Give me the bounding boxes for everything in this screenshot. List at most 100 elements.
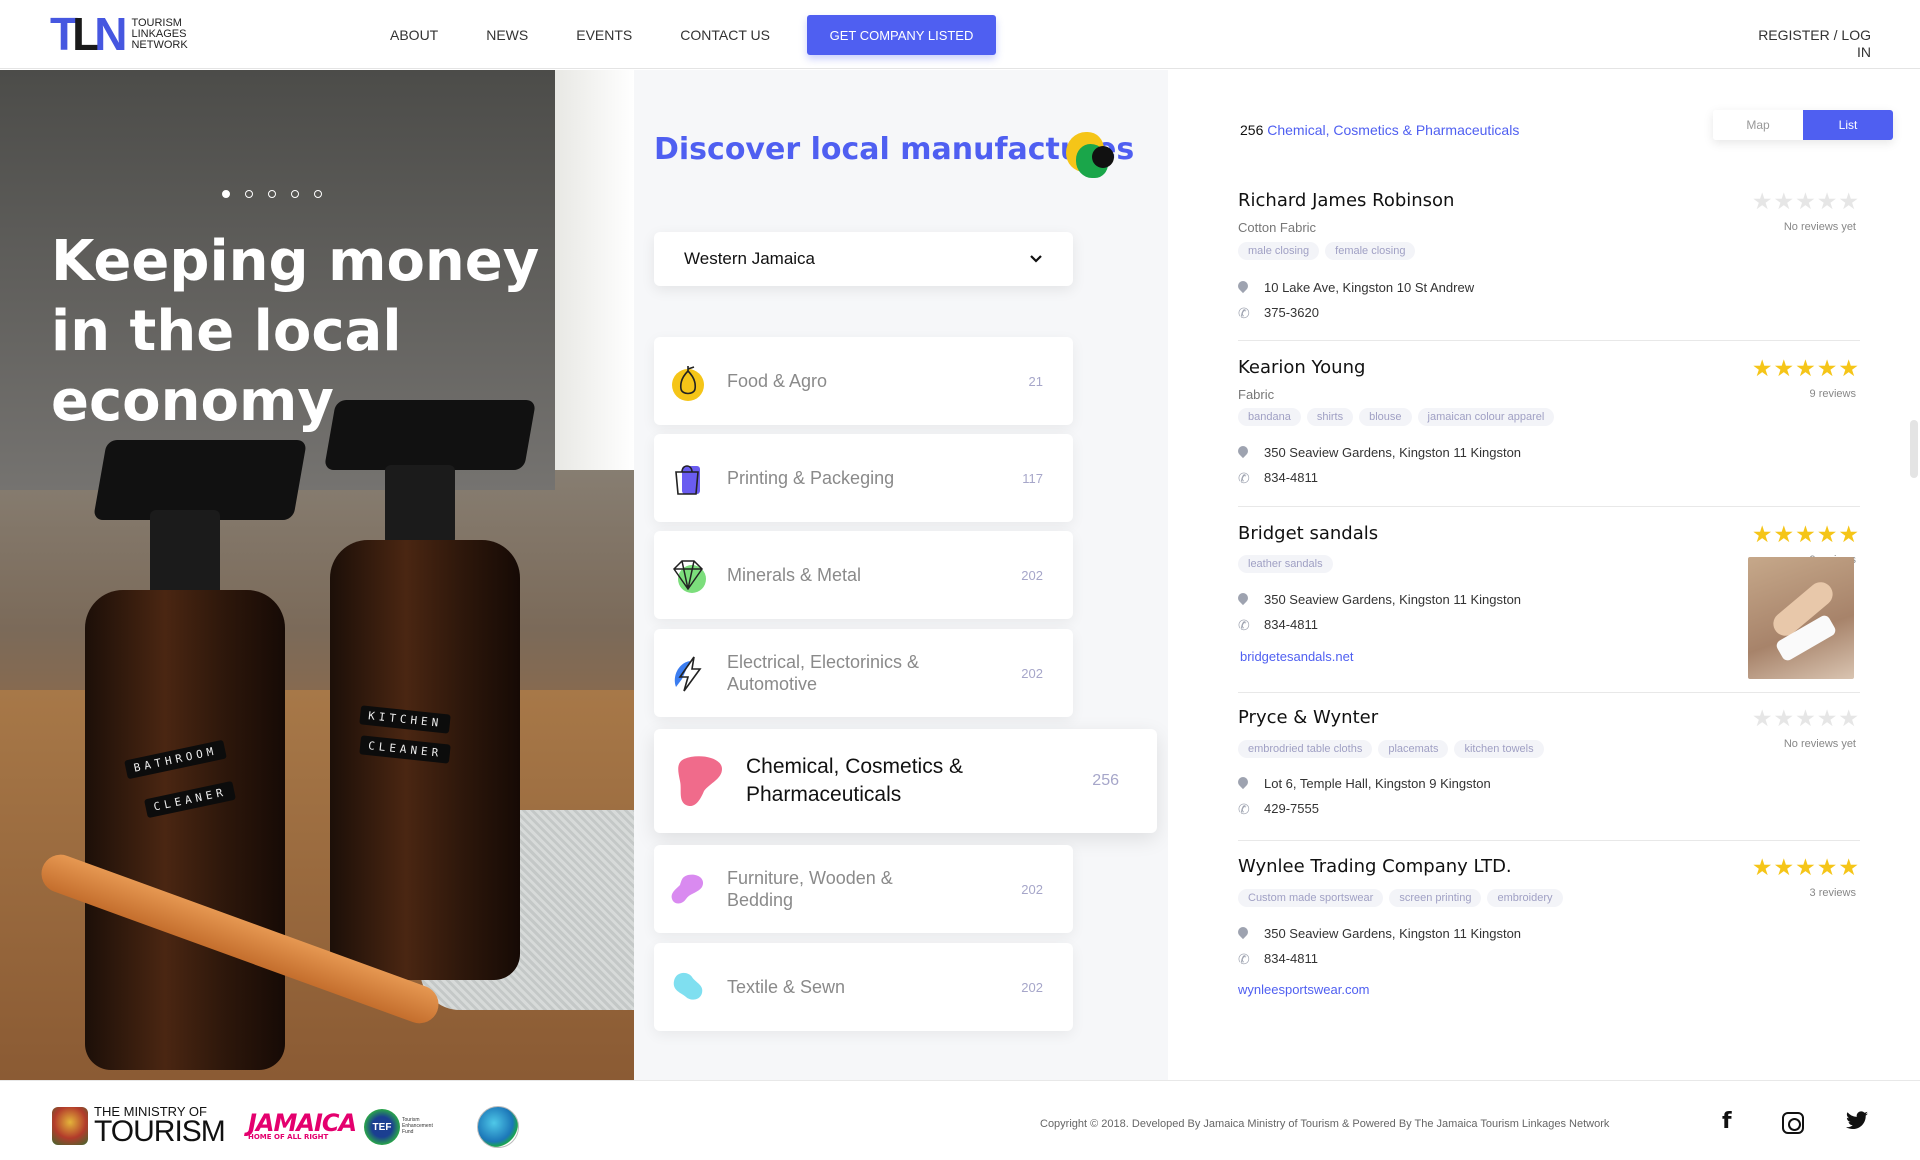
location-pin-icon — [1238, 777, 1248, 791]
company-name[interactable]: Kearion Young — [1238, 357, 1365, 378]
carousel-dot[interactable] — [222, 190, 230, 198]
review-count: No reviews yet — [1783, 221, 1856, 233]
category-count: 21 — [1028, 373, 1043, 389]
tag[interactable]: shirts — [1306, 408, 1354, 426]
mot-big: TOURISM — [94, 1115, 226, 1148]
company-address: 350 Seaview Gardens, Kingston 11 Kingsto… — [1264, 445, 1522, 460]
address-row: 350 Seaview Gardens, Kingston 11 Kingsto… — [1238, 445, 1521, 460]
carousel-dot[interactable] — [268, 190, 276, 198]
category-furniture-wooden[interactable]: Furniture, Wooden & Bedding 202 — [654, 845, 1073, 933]
phone-icon: ✆ — [1238, 469, 1250, 486]
phone-row: ✆ 834-4811 — [1238, 951, 1318, 966]
company-name[interactable]: Bridget sandals — [1238, 523, 1378, 544]
tag[interactable]: embroidery — [1487, 889, 1563, 907]
top-navigation-bar: TLN TOURISM LINKAGES NETWORK ABOUT NEWS … — [0, 0, 1920, 69]
tag[interactable]: embrodried table cloths — [1238, 740, 1373, 758]
ministry-of-tourism-logo[interactable]: THE MINISTRY OF TOURISM — [52, 1105, 226, 1148]
mot-text: THE MINISTRY OF TOURISM — [94, 1105, 226, 1148]
blob-icon — [671, 874, 704, 904]
category-count: 117 — [1022, 470, 1043, 486]
hero-title: Keeping money in the local economy — [51, 229, 540, 434]
nav-contact-us[interactable]: CONTACT US — [680, 27, 770, 43]
jamaica-logo[interactable]: JAMAICA HOME OF ALL RIGHT — [248, 1109, 357, 1141]
decor-blob-icon — [1092, 146, 1114, 168]
tag[interactable]: leather sandals — [1238, 555, 1333, 573]
company-phone: 375-3620 — [1264, 305, 1319, 320]
company-photo[interactable] — [1748, 557, 1854, 679]
tag-list: leather sandals — [1238, 555, 1333, 573]
list-item[interactable]: Richard James Robinson Cotton Fabric mal… — [1238, 190, 1860, 330]
company-address: 350 Seaview Gardens, Kingston 11 Kingsto… — [1264, 592, 1522, 607]
tag-list: Custom made sportswear screen printing e… — [1238, 889, 1563, 907]
category-textile-sewn[interactable]: Textile & Sewn 202 — [654, 943, 1073, 1031]
category-printing-packeging[interactable]: Printing & Packeging 117 — [654, 434, 1073, 522]
tag[interactable]: bandana — [1238, 408, 1301, 426]
coat-of-arms-icon — [52, 1107, 88, 1145]
tln-logo[interactable]: TLN TOURISM LINKAGES NETWORK — [50, 11, 201, 57]
category-name: Furniture, Wooden & Bedding — [727, 868, 893, 910]
globe-logo-icon[interactable] — [477, 1106, 519, 1148]
list-item[interactable]: Wynlee Trading Company LTD. Custom made … — [1238, 856, 1860, 1006]
instagram-icon[interactable] — [1782, 1112, 1804, 1134]
twitter-icon[interactable] — [1845, 1111, 1869, 1131]
company-name[interactable]: Pryce & Wynter — [1238, 707, 1378, 728]
carousel-dot[interactable] — [314, 190, 322, 198]
rating-stars: ★★★★★ — [1751, 705, 1860, 731]
company-website[interactable]: bridgetesandals.net — [1240, 649, 1353, 664]
bottle-neck-right — [385, 465, 455, 545]
company-name[interactable]: Richard James Robinson — [1238, 190, 1454, 211]
tag[interactable]: male closing — [1238, 242, 1320, 260]
blob-icon — [673, 972, 703, 1000]
list-view-button[interactable]: List — [1803, 110, 1893, 140]
category-electrical[interactable]: Electrical, Electorinics & Automotive 20… — [654, 629, 1073, 717]
company-address: 10 Lake Ave, Kingston 10 St Andrew — [1264, 280, 1475, 295]
pear-icon — [672, 366, 704, 401]
company-type: Cotton Fabric — [1238, 220, 1317, 235]
tag[interactable]: kitchen towels — [1454, 740, 1544, 758]
address-row: 10 Lake Ave, Kingston 10 St Andrew — [1238, 280, 1474, 295]
company-website[interactable]: wynleesportswear.com — [1238, 982, 1370, 997]
company-name[interactable]: Wynlee Trading Company LTD. — [1238, 856, 1512, 877]
tag-list: bandana shirts blouse jamaican colour ap… — [1238, 408, 1555, 426]
hero-section: BATHROOM CLEANER KITCHEN CLEANER Keeping… — [0, 70, 634, 1088]
category-minerals-metal[interactable]: Minerals & Metal 202 — [654, 531, 1073, 619]
carousel-dot[interactable] — [245, 190, 253, 198]
phone-row: ✆ 429-7555 — [1238, 801, 1319, 816]
tag[interactable]: Custom made sportswear — [1238, 889, 1384, 907]
divider — [1238, 692, 1860, 693]
bottle-label: CLEANER — [359, 735, 452, 764]
register-login-link[interactable]: REGISTER / LOG IN — [1741, 27, 1871, 61]
company-phone: 834-4811 — [1264, 470, 1318, 485]
discover-title: Discover local manufactures — [654, 132, 1135, 167]
nav-news[interactable]: NEWS — [486, 27, 528, 43]
carousel-dots — [222, 190, 322, 198]
tag[interactable]: jamaican colour apparel — [1417, 408, 1555, 426]
carousel-dot[interactable] — [291, 190, 299, 198]
category-food-agro[interactable]: Food & Agro 21 — [654, 337, 1073, 425]
nav-about[interactable]: ABOUT — [390, 27, 438, 43]
chevron-down-icon — [1030, 255, 1042, 263]
facebook-icon[interactable]: f — [1722, 1109, 1732, 1134]
nav-events[interactable]: EVENTS — [576, 27, 632, 43]
list-item[interactable]: Pryce & Wynter embrodried table cloths p… — [1238, 707, 1860, 847]
tef-logo[interactable]: TEF — [364, 1109, 400, 1145]
category-panel: Discover local manufactures Western Jama… — [634, 70, 1168, 1088]
tag[interactable]: screen printing — [1389, 889, 1482, 907]
map-view-button[interactable]: Map — [1713, 110, 1803, 140]
category-name: Textile & Sewn — [727, 977, 846, 997]
category-chemical-cosmetics[interactable]: Chemical, Cosmetics & Pharmaceuticals 25… — [654, 729, 1157, 833]
list-item[interactable]: Kearion Young Fabric bandana shirts blou… — [1238, 357, 1860, 497]
tag[interactable]: placemats — [1378, 740, 1449, 758]
tag[interactable]: female closing — [1325, 242, 1416, 260]
phone-row: ✆ 834-4811 — [1238, 470, 1318, 485]
region-select[interactable]: Western Jamaica — [654, 232, 1073, 286]
region-value: Western Jamaica — [684, 249, 816, 268]
bottle-label: KITCHEN — [359, 705, 452, 734]
scrollbar[interactable] — [1910, 420, 1918, 478]
review-count: 9 reviews — [1809, 388, 1856, 400]
company-address: Lot 6, Temple Hall, Kingston 9 Kingston — [1264, 776, 1491, 791]
get-company-listed-button[interactable]: GET COMPANY LISTED — [807, 15, 996, 55]
shopping-bag-icon — [675, 465, 700, 495]
tag[interactable]: blouse — [1359, 408, 1412, 426]
category-name: Food & Agro — [727, 371, 828, 391]
